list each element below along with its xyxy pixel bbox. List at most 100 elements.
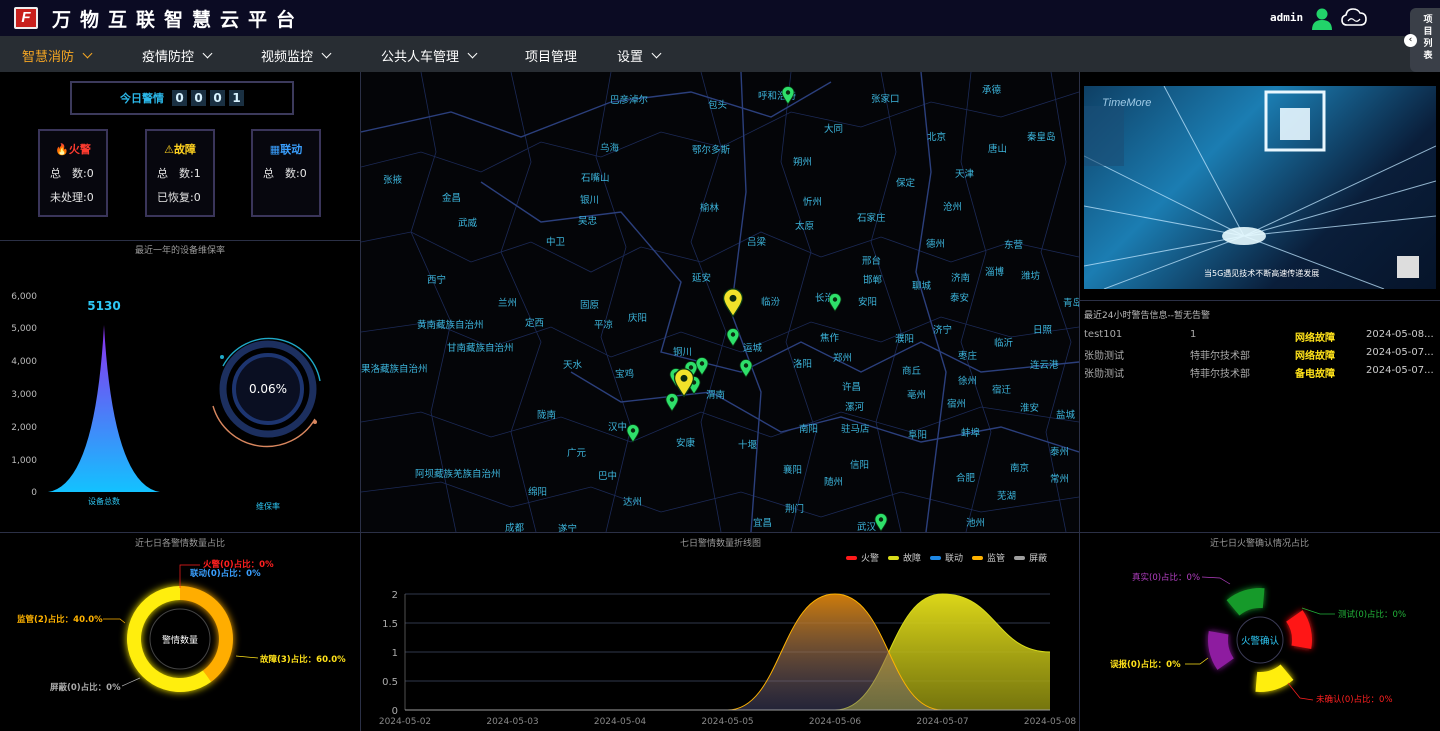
map-city-label: 甘南藏族自治州 — [447, 343, 514, 354]
map-city-label: 淮安 — [1020, 403, 1040, 414]
alert-org: 特菲尔技术部 — [1190, 351, 1250, 362]
map-city-label: 汉中 — [608, 422, 628, 433]
map-city-label: 大同 — [824, 124, 844, 135]
map-city-label: 阿坝藏族羌族自治州 — [415, 469, 501, 480]
map-city-label: 南京 — [1010, 463, 1030, 474]
rose-slice-误报[interactable] — [1255, 664, 1294, 692]
video-player[interactable]: TimeMore 当5G遇见技术不断高速传递发展 — [1084, 86, 1436, 289]
card-line: 总 数:1 — [157, 167, 201, 180]
map-city-label: 金昌 — [442, 193, 462, 204]
x-tick-label: 2024-05-07 — [916, 717, 968, 727]
linkage-card[interactable]: ▦联动 总 数:0 — [251, 129, 321, 217]
map-city-label: 荆门 — [785, 504, 805, 515]
nav-item-1[interactable]: 疫情防控 — [142, 46, 213, 65]
y-tick: 4,000 — [11, 357, 37, 367]
chevron-left-icon[interactable]: ‹ — [1404, 34, 1417, 47]
legend-swatch — [930, 555, 942, 560]
card-line: 已恢复:0 — [157, 191, 201, 204]
map-city-label: 聊城 — [912, 281, 932, 292]
map-city-label: 吴忠 — [578, 216, 598, 227]
maintenance-title: 最近一年的设备维保率 — [135, 246, 226, 256]
map-city-label: 遂宁 — [558, 524, 578, 532]
device-location-pin[interactable] — [874, 512, 888, 532]
map-city-label: 秦皇岛 — [1027, 132, 1056, 143]
fault-card[interactable]: ⚠故障 总 数:1 已恢复:0 — [145, 129, 215, 217]
project-list-tab[interactable]: 项目列表 ‹ — [1404, 8, 1440, 72]
alert-name: 张勋测试 — [1084, 369, 1124, 380]
nav-item-2[interactable]: 视频监控 — [261, 46, 332, 65]
map-city-label: 陇南 — [537, 410, 557, 421]
x-tick-label: 2024-05-04 — [594, 717, 647, 727]
nav-item-4[interactable]: 项目管理 — [525, 46, 577, 65]
map-city-label: 淄博 — [985, 267, 1005, 278]
device-location-pin[interactable] — [726, 327, 740, 347]
card-line: 总 数:0 — [50, 167, 94, 180]
china-map[interactable]: 巴彦淖尔 包头 呼和浩特 张家口 承德 大同 北京 秦皇岛 乌海 鄂尔多斯 朔州 唐山 天津 张掖 石嘴山保… — [361, 72, 1079, 532]
map-city-label: 信阳 — [850, 460, 870, 471]
nav-item-label: 智慧消防 — [22, 50, 75, 65]
map-city-label: 随州 — [824, 477, 844, 488]
map-city-label: 保定 — [896, 178, 916, 189]
map-city-label: 安康 — [676, 438, 696, 449]
map-city-label: 巴中 — [598, 471, 618, 482]
map-city-label: 果洛藏族自治州 — [361, 364, 428, 375]
y-tick-label: 0 — [392, 706, 398, 717]
map-city-label: 青岛 — [1063, 298, 1079, 309]
map-city-label: 合肥 — [956, 473, 976, 484]
map-city-label: 定西 — [525, 318, 545, 329]
fire-alarm-card[interactable]: 🔥火警 总 数:0 未处理:0 — [38, 129, 108, 217]
device-location-pin[interactable] — [828, 292, 842, 312]
rose-label-test: 测试(0)占比：0% — [1338, 609, 1406, 620]
y-tick-label: 2 — [392, 590, 398, 601]
fire-confirm-rose: 火警确认 真实(0)占比：0% 测试(0)占比：0% 误报(0)占比：0% 未确… — [1110, 572, 1406, 705]
map-city-label: 渭南 — [706, 390, 726, 401]
nav-item-label: 项目管理 — [525, 50, 578, 65]
fault-location-pin[interactable] — [722, 287, 744, 318]
device-location-pin[interactable] — [626, 423, 640, 443]
map-city-label: 日照 — [1033, 325, 1053, 336]
today-alarm-counter: 今日警情 0 0 0 1 — [70, 81, 294, 115]
divider — [1080, 300, 1440, 301]
device-location-pin[interactable] — [739, 358, 753, 378]
maintenance-gauge: 0.06% 维保率 — [212, 337, 321, 511]
counter-digit: 0 — [172, 90, 187, 106]
donut-center-label: 警情数量 — [162, 634, 198, 646]
rose-slice-未确认[interactable] — [1286, 610, 1312, 650]
map-city-label: 固原 — [580, 300, 600, 311]
map-city-label: 太原 — [795, 221, 815, 232]
map-city-label: 承德 — [982, 85, 1002, 96]
nav-item-3[interactable]: 公共人车管理 — [381, 46, 478, 65]
donut-label-shield: 屏蔽(0)占比：0% — [49, 682, 121, 693]
gauge-label: 维保率 — [256, 501, 280, 511]
alert-time: 2024-05-08... — [1366, 329, 1434, 340]
map-city-label: 张掖 — [383, 175, 403, 186]
map-city-label: 鄂尔多斯 — [692, 145, 731, 156]
map-city-label: 天津 — [955, 169, 975, 180]
cloud-icon[interactable] — [1341, 7, 1367, 28]
nav-item-label: 设置 — [617, 50, 644, 65]
legend-swatch — [972, 555, 984, 560]
linkage-header: ▦联动 — [269, 143, 303, 156]
device-location-pin[interactable] — [665, 392, 679, 412]
map-city-label: 铜川 — [673, 347, 693, 358]
nav-item-0[interactable]: 智慧消防 — [22, 46, 93, 65]
map-city-label: 黄南藏族自治州 — [417, 320, 484, 331]
user-name[interactable]: admin — [1270, 11, 1303, 24]
rose-slice-真实[interactable] — [1208, 630, 1234, 670]
counter-digit: 0 — [191, 90, 206, 106]
device-total-chart: 6,000 5,000 4,000 3,000 2,000 1,000 0 51… — [11, 292, 160, 506]
person-icon[interactable] — [1311, 7, 1333, 30]
map-city-label: 枣庄 — [958, 351, 978, 362]
nav-item-5[interactable]: 设置 — [617, 46, 662, 65]
rose-slice-测试[interactable] — [1226, 588, 1265, 616]
app-title: 万物互联智慧云平台 — [52, 9, 305, 31]
map-city-label: 连云港 — [1030, 360, 1059, 371]
y-tick: 6,000 — [11, 292, 37, 302]
link-panel-icon: ▦ — [269, 143, 281, 156]
map-city-label: 常州 — [1050, 474, 1070, 485]
card-line: 未处理:0 — [50, 191, 94, 204]
device-location-pin[interactable] — [781, 85, 795, 105]
map-city-label: 成都 — [505, 523, 525, 532]
map-city-label: 濮阳 — [895, 334, 915, 345]
map-city-label: 石嘴山 — [581, 173, 610, 184]
